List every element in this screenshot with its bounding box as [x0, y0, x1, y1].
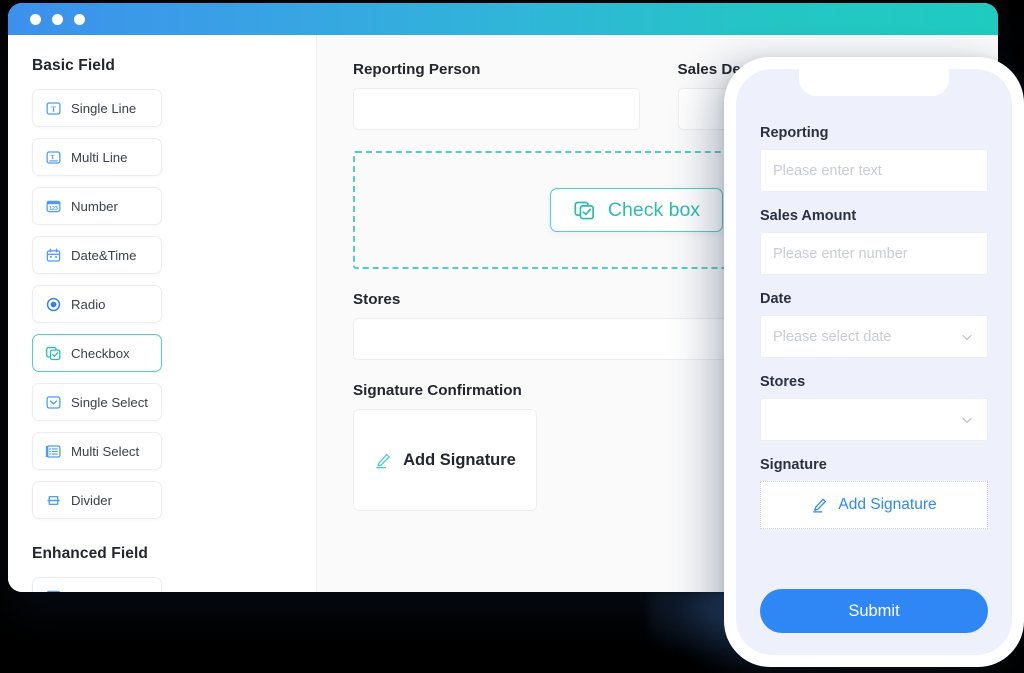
pencil-icon	[376, 453, 390, 468]
field-chip-label: Date&Time	[71, 247, 137, 263]
field-chip-multi-select[interactable]: Multi Select	[32, 432, 162, 470]
screenshot-stage: Basic Field T Single Line T Multi Line 1…	[0, 0, 1024, 673]
phone-select-stores[interactable]	[760, 398, 988, 441]
reporting-person-label: Reporting Person	[353, 61, 481, 78]
phone-input-placeholder: Please select date	[773, 328, 892, 345]
phone-add-signature-label: Add Signature	[838, 496, 937, 513]
field-chip-label: Divider	[71, 492, 113, 508]
browser-titlebar	[8, 3, 998, 35]
field-chip-label: Multi Line	[71, 149, 128, 165]
field-chip-single-line[interactable]: T Single Line	[32, 89, 162, 127]
phone-screen: Reporting Please enter text Sales Amount…	[736, 69, 1012, 655]
dragging-checkbox-chip[interactable]: Check box	[549, 188, 804, 274]
phone-label-signature: Signature	[760, 457, 827, 473]
field-palette-sidebar: Basic Field T Single Line T Multi Line 1…	[8, 35, 317, 592]
field-chip-label: Single Select	[71, 394, 148, 410]
phone-add-signature-button[interactable]: Add Signature	[760, 481, 988, 529]
chevron-down-icon	[962, 417, 972, 423]
multi-select-icon	[45, 444, 61, 458]
field-chip-label: Image	[71, 589, 108, 593]
field-chip-label: Radio	[71, 296, 106, 312]
close-icon[interactable]	[30, 13, 41, 25]
field-chip-label: Checkbox	[71, 345, 130, 361]
phone-label-stores: Stores	[760, 374, 806, 390]
field-chip-date-time[interactable]: Date&Time	[32, 236, 162, 274]
phone-input-placeholder: Please enter text	[773, 162, 882, 179]
form-field-reporting-person: Reporting Person	[353, 61, 640, 130]
svg-text:T: T	[51, 104, 56, 113]
phone-input-placeholder: Please enter number	[773, 245, 908, 262]
submit-button[interactable]: Submit	[760, 589, 988, 633]
phone-select-date[interactable]: Please select date	[760, 315, 988, 358]
phone-label-sales-amount: Sales Amount	[760, 208, 857, 224]
field-chip-single-select[interactable]: Single Select	[32, 383, 162, 421]
dragging-chip-label: Check box	[607, 198, 701, 221]
field-chip-label: Number	[71, 198, 118, 214]
pencil-icon	[813, 498, 827, 513]
field-chip-label: Single Line	[71, 100, 137, 116]
field-chip-radio[interactable]: Radio	[32, 285, 162, 323]
divider-icon	[47, 495, 60, 505]
reporting-person-input[interactable]	[353, 88, 640, 130]
field-chip-image[interactable]: Image	[32, 577, 162, 592]
field-chip-checkbox[interactable]: Checkbox	[32, 334, 162, 372]
single-select-icon	[46, 395, 61, 409]
phone-notch	[799, 69, 949, 96]
field-chip-label: Multi Select	[71, 443, 140, 459]
enhanced-field-section-title: Enhanced Field	[32, 545, 148, 562]
field-chip-multi-line[interactable]: T Multi Line	[32, 138, 162, 176]
enhanced-field-grid: Image Attachment	[32, 577, 292, 592]
phone-label-reporting: Reporting	[760, 125, 829, 141]
svg-text:T: T	[51, 154, 56, 161]
phone-input-reporting[interactable]: Please enter text	[760, 149, 988, 192]
checkbox-icon	[574, 201, 594, 219]
minimize-icon[interactable]	[52, 13, 63, 25]
number-icon: 123	[46, 200, 61, 212]
svg-text:123: 123	[49, 206, 58, 212]
field-chip-number[interactable]: 123 Number	[32, 187, 162, 225]
maximize-icon[interactable]	[74, 13, 85, 25]
chevron-down-icon	[962, 334, 972, 340]
radio-icon	[46, 297, 61, 311]
date-time-icon	[46, 248, 61, 262]
basic-field-section-title: Basic Field	[32, 57, 115, 74]
basic-field-grid: T Single Line T Multi Line 123 Number Da…	[32, 89, 292, 519]
single-line-icon: T	[46, 101, 61, 115]
image-icon	[46, 590, 61, 592]
field-chip-divider[interactable]: Divider	[32, 481, 162, 519]
phone-input-sales-amount[interactable]: Please enter number	[760, 232, 988, 275]
add-signature-label: Add Signature	[403, 450, 516, 469]
multi-line-icon: T	[46, 150, 61, 164]
add-signature-button[interactable]: Add Signature	[353, 409, 537, 511]
phone-label-date: Date	[760, 291, 792, 307]
phone-mockup: Reporting Please enter text Sales Amount…	[724, 57, 1024, 667]
checkbox-icon	[46, 346, 61, 360]
